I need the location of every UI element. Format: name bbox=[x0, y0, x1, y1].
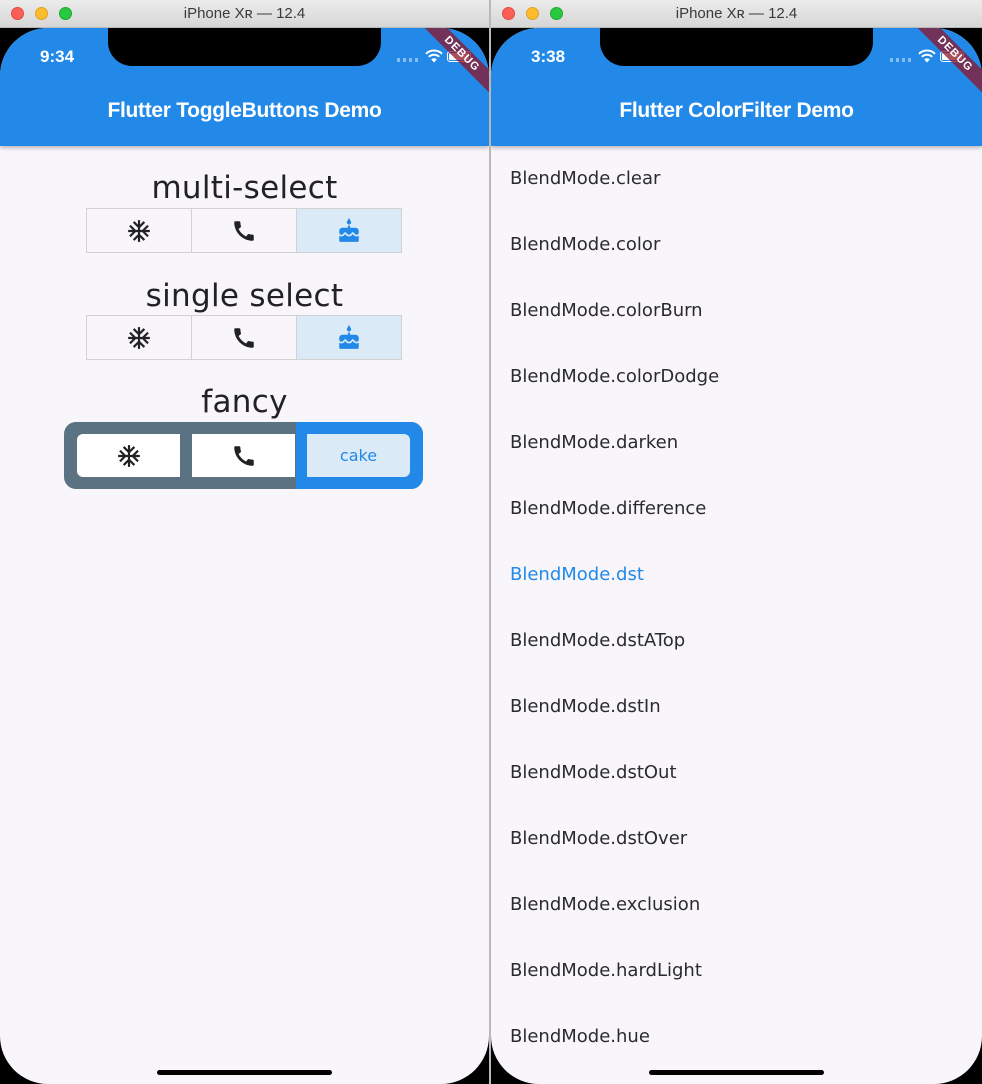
app-bar-title: Flutter ColorFilter Demo bbox=[619, 99, 854, 122]
signal-icon bbox=[397, 58, 419, 62]
blend-mode-list-item[interactable]: BlendMode.hardLight bbox=[491, 938, 982, 1004]
window-titlebar[interactable]: iPhone Xʀ — 12.4 bbox=[491, 0, 982, 28]
blend-mode-list-item[interactable]: BlendMode.clear bbox=[491, 146, 982, 212]
blend-mode-list-item[interactable]: BlendMode.colorBurn bbox=[491, 278, 982, 344]
blend-mode-list-item[interactable]: BlendMode.dstIn bbox=[491, 674, 982, 740]
blend-mode-list-item[interactable]: BlendMode.dstATop bbox=[491, 608, 982, 674]
simulator-window-right: iPhone Xʀ — 12.4 3:38 DEBUG Flutter Colo… bbox=[491, 0, 982, 1084]
app-bar: 3:38 DEBUG Flutter ColorFilter Demo bbox=[491, 28, 982, 146]
home-indicator[interactable] bbox=[157, 1070, 332, 1075]
blend-mode-list-item[interactable]: BlendMode.dstOver bbox=[491, 806, 982, 872]
device-notch bbox=[108, 28, 381, 66]
phone-screen: 9:34 DEBUG Flutter ToggleButtons Demo mu… bbox=[0, 28, 489, 1084]
ac-unit-icon bbox=[117, 444, 140, 467]
device-notch bbox=[600, 28, 873, 66]
blend-mode-list[interactable]: BlendMode.clear BlendMode.color BlendMod… bbox=[491, 146, 982, 1070]
signal-icon bbox=[890, 58, 912, 62]
toggle-group-multi-select bbox=[86, 208, 402, 253]
blend-mode-list-item[interactable]: BlendMode.dstOut bbox=[491, 740, 982, 806]
fancy-cake-label: cake bbox=[339, 446, 378, 465]
call-icon bbox=[233, 445, 254, 466]
blend-mode-list-item[interactable]: BlendMode.colorDodge bbox=[491, 344, 982, 410]
home-indicator[interactable] bbox=[649, 1070, 824, 1075]
toggle-call-button[interactable] bbox=[192, 316, 297, 359]
window-titlebar[interactable]: iPhone Xʀ — 12.4 bbox=[0, 0, 489, 28]
wifi-icon bbox=[918, 49, 936, 63]
toggle-ac-unit-button[interactable] bbox=[87, 209, 192, 252]
toggle-cake-button[interactable] bbox=[297, 209, 401, 252]
call-icon bbox=[234, 327, 254, 348]
cake-icon bbox=[339, 217, 359, 242]
window-title: iPhone Xʀ — 12.4 bbox=[183, 5, 306, 22]
ac-unit-icon bbox=[128, 219, 150, 242]
fancy-cake-button[interactable]: cake bbox=[307, 434, 410, 477]
cake-icon bbox=[339, 324, 359, 349]
window-title: iPhone Xʀ — 12.4 bbox=[675, 5, 798, 22]
app-bar-title: Flutter ToggleButtons Demo bbox=[107, 99, 382, 122]
toggle-group-fancy: cake bbox=[64, 422, 423, 489]
app-bar: 9:34 DEBUG Flutter ToggleButtons Demo bbox=[0, 28, 489, 146]
call-icon bbox=[234, 220, 254, 241]
toggle-call-button[interactable] bbox=[192, 209, 297, 252]
blend-mode-list-item-selected[interactable]: BlendMode.dst bbox=[491, 542, 982, 608]
blend-mode-list-item[interactable]: BlendMode.color bbox=[491, 212, 982, 278]
blend-mode-list-item[interactable]: BlendMode.difference bbox=[491, 476, 982, 542]
toggle-ac-unit-button[interactable] bbox=[87, 316, 192, 359]
blend-mode-list-item[interactable]: BlendMode.hue bbox=[491, 1004, 982, 1070]
fancy-ac-unit-button[interactable] bbox=[77, 434, 180, 477]
section-title-multi-select: multi-select bbox=[151, 170, 338, 206]
fancy-call-button[interactable] bbox=[192, 434, 295, 477]
ac-unit-icon bbox=[128, 326, 150, 349]
wifi-icon bbox=[425, 49, 443, 63]
phone-screen: 3:38 DEBUG Flutter ColorFilter Demo Blen… bbox=[491, 28, 982, 1084]
blend-mode-list-item[interactable]: BlendMode.exclusion bbox=[491, 872, 982, 938]
section-title-single-select: single select bbox=[145, 278, 344, 314]
status-time: 3:38 bbox=[531, 47, 566, 66]
toggle-group-single-select bbox=[86, 315, 402, 360]
toggle-cake-button[interactable] bbox=[297, 316, 401, 359]
simulator-window-left: iPhone Xʀ — 12.4 9:34 DEBUG Flutter Togg… bbox=[0, 0, 489, 1084]
section-title-fancy: fancy bbox=[201, 384, 288, 420]
blend-mode-list-item[interactable]: BlendMode.darken bbox=[491, 410, 982, 476]
status-time: 9:34 bbox=[40, 47, 75, 66]
